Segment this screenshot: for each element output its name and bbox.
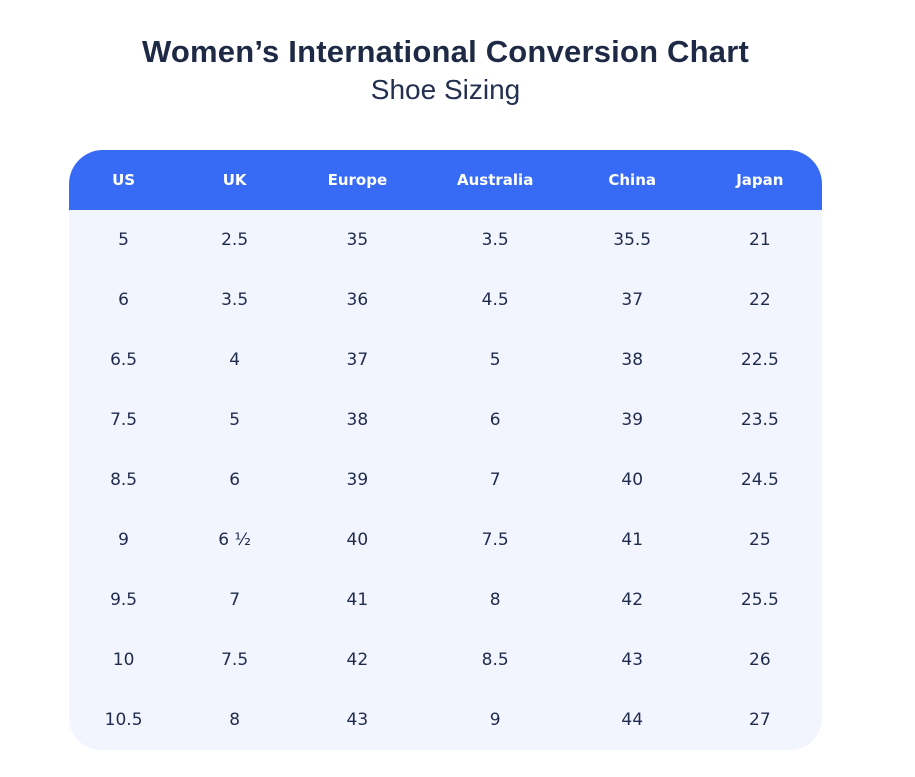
table-cell: 6.5 bbox=[69, 330, 178, 390]
table-row: 5 2.5 35 3.5 35.5 21 bbox=[69, 210, 822, 270]
table-cell: 5 bbox=[178, 390, 291, 450]
table-cell: 39 bbox=[291, 450, 424, 510]
column-header-japan: Japan bbox=[698, 150, 822, 210]
table-cell: 9 bbox=[424, 690, 567, 750]
table-row: 6 3.5 36 4.5 37 22 bbox=[69, 270, 822, 330]
table-cell: 2.5 bbox=[178, 210, 291, 270]
table-cell: 23.5 bbox=[698, 390, 822, 450]
table-cell: 5 bbox=[69, 210, 178, 270]
table-row: 9 6 ½ 40 7.5 41 25 bbox=[69, 510, 822, 570]
table-header-row: US UK Europe Australia China Japan bbox=[69, 150, 822, 210]
table-cell: 24.5 bbox=[698, 450, 822, 510]
table-cell: 7 bbox=[424, 450, 567, 510]
table-cell: 37 bbox=[291, 330, 424, 390]
table-cell: 44 bbox=[567, 690, 698, 750]
table-cell: 40 bbox=[291, 510, 424, 570]
table-cell: 27 bbox=[698, 690, 822, 750]
conversion-table: US UK Europe Australia China Japan 5 2.5… bbox=[69, 150, 822, 750]
column-header-europe: Europe bbox=[291, 150, 424, 210]
table-cell: 8 bbox=[178, 690, 291, 750]
conversion-table-container: US UK Europe Australia China Japan 5 2.5… bbox=[69, 150, 822, 750]
table-cell: 10.5 bbox=[69, 690, 178, 750]
table-cell: 38 bbox=[291, 390, 424, 450]
table-cell: 9.5 bbox=[69, 570, 178, 630]
table-cell: 8 bbox=[424, 570, 567, 630]
page-content: Women’s International Conversion Chart S… bbox=[69, 34, 822, 750]
table-cell: 9 bbox=[69, 510, 178, 570]
table-row: 6.5 4 37 5 38 22.5 bbox=[69, 330, 822, 390]
table-cell: 6 ½ bbox=[178, 510, 291, 570]
column-header-us: US bbox=[69, 150, 178, 210]
column-header-uk: UK bbox=[178, 150, 291, 210]
table-cell: 37 bbox=[567, 270, 698, 330]
table-cell: 43 bbox=[291, 690, 424, 750]
column-header-australia: Australia bbox=[424, 150, 567, 210]
table-cell: 22.5 bbox=[698, 330, 822, 390]
table-cell: 21 bbox=[698, 210, 822, 270]
table-cell: 38 bbox=[567, 330, 698, 390]
table-cell: 35.5 bbox=[567, 210, 698, 270]
table-row: 8.5 6 39 7 40 24.5 bbox=[69, 450, 822, 510]
table-cell: 41 bbox=[291, 570, 424, 630]
table-row: 10.5 8 43 9 44 27 bbox=[69, 690, 822, 750]
table-cell: 7.5 bbox=[69, 390, 178, 450]
table-cell: 36 bbox=[291, 270, 424, 330]
table-cell: 35 bbox=[291, 210, 424, 270]
table-cell: 26 bbox=[698, 630, 822, 690]
table-cell: 3.5 bbox=[178, 270, 291, 330]
page-title: Women’s International Conversion Chart bbox=[69, 34, 822, 70]
table-row: 7.5 5 38 6 39 23.5 bbox=[69, 390, 822, 450]
page-subtitle: Shoe Sizing bbox=[69, 74, 822, 106]
table-cell: 3.5 bbox=[424, 210, 567, 270]
table-row: 9.5 7 41 8 42 25.5 bbox=[69, 570, 822, 630]
table-cell: 4 bbox=[178, 330, 291, 390]
table-cell: 42 bbox=[291, 630, 424, 690]
table-cell: 43 bbox=[567, 630, 698, 690]
table-cell: 8.5 bbox=[69, 450, 178, 510]
table-cell: 22 bbox=[698, 270, 822, 330]
table-cell: 8.5 bbox=[424, 630, 567, 690]
table-cell: 6 bbox=[69, 270, 178, 330]
table-cell: 7.5 bbox=[424, 510, 567, 570]
table-cell: 7.5 bbox=[178, 630, 291, 690]
table-cell: 41 bbox=[567, 510, 698, 570]
table-cell: 6 bbox=[424, 390, 567, 450]
table-cell: 10 bbox=[69, 630, 178, 690]
table-cell: 4.5 bbox=[424, 270, 567, 330]
column-header-china: China bbox=[567, 150, 698, 210]
table-row: 10 7.5 42 8.5 43 26 bbox=[69, 630, 822, 690]
table-cell: 42 bbox=[567, 570, 698, 630]
table-cell: 6 bbox=[178, 450, 291, 510]
table-cell: 25 bbox=[698, 510, 822, 570]
table-cell: 7 bbox=[178, 570, 291, 630]
table-cell: 39 bbox=[567, 390, 698, 450]
table-cell: 40 bbox=[567, 450, 698, 510]
table-cell: 5 bbox=[424, 330, 567, 390]
table-cell: 25.5 bbox=[698, 570, 822, 630]
